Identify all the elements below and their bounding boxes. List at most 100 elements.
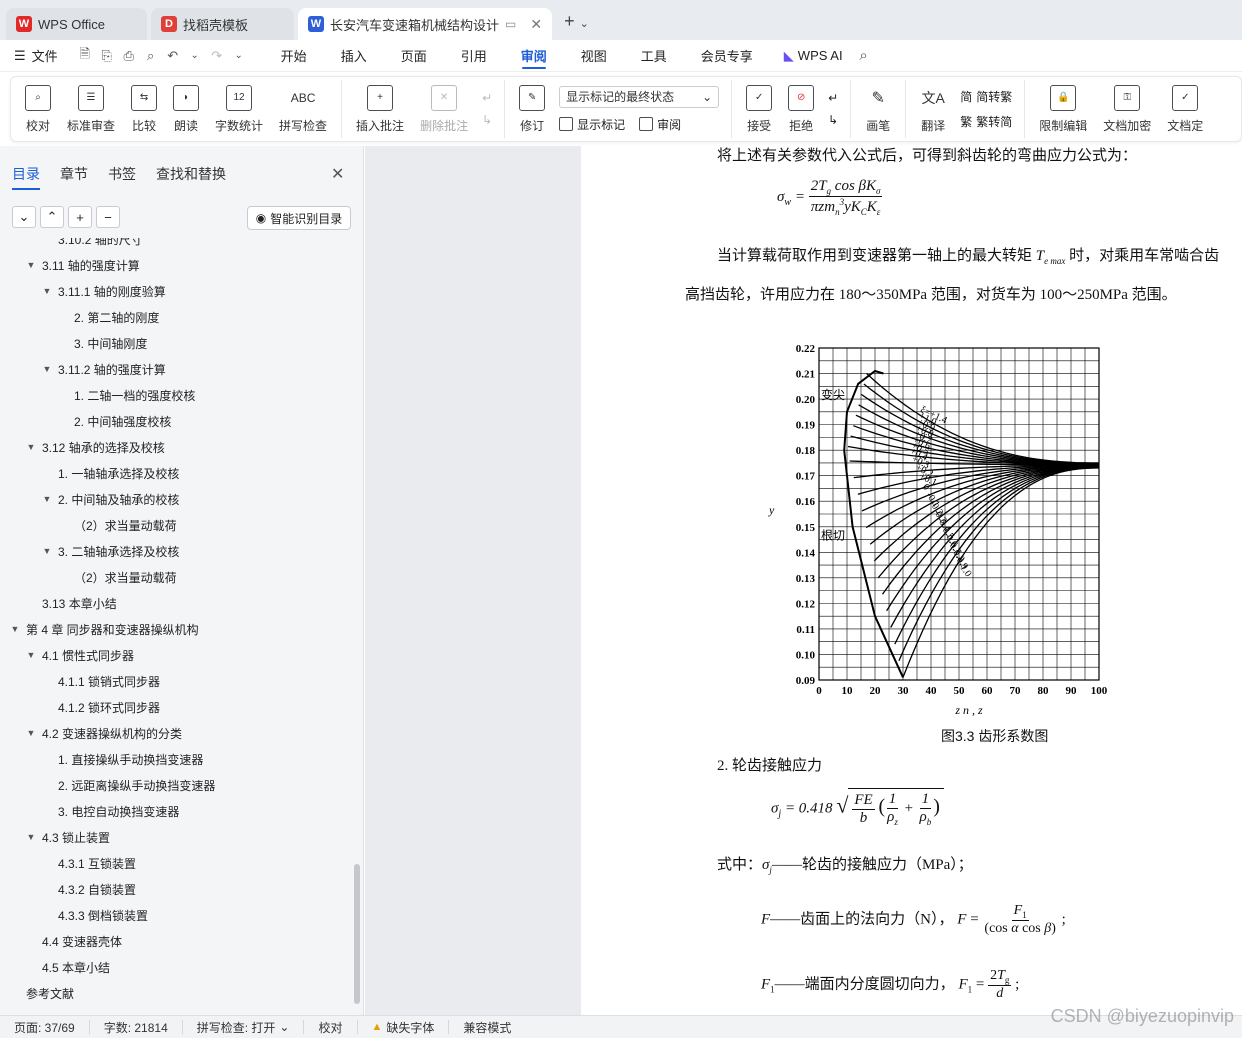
toc-item[interactable]: ▼ 4.2 变速器操纵机构的分类 bbox=[0, 720, 352, 746]
toc-scrollbar[interactable] bbox=[354, 238, 360, 1008]
smart-toc-button[interactable]: ◉ 智能识别目录 bbox=[247, 206, 351, 230]
toc-item[interactable]: 3.13 本章小结 bbox=[0, 590, 352, 616]
insert-comment-button[interactable]: + 插入批注 bbox=[348, 80, 412, 138]
markup-state-select[interactable]: 显示标记的最终状态 ⌄ bbox=[559, 85, 720, 108]
print-icon[interactable]: ⎙ bbox=[118, 48, 140, 64]
chevron-down-icon[interactable]: ▼ bbox=[40, 364, 54, 374]
toc-item[interactable]: ▼ 4.1 惯性式同步器 bbox=[0, 642, 352, 668]
toc-item[interactable]: 4.5 本章小结 bbox=[0, 954, 352, 980]
customize-toolbar-icon[interactable]: ⌄ bbox=[228, 50, 250, 61]
read-aloud-button[interactable]: ◗ 朗读 bbox=[165, 80, 207, 138]
wps-ai-button[interactable]: ◣ WPS AI bbox=[770, 48, 843, 64]
close-icon[interactable]: ✕ bbox=[331, 164, 344, 184]
monitor-icon[interactable]: ▭ bbox=[505, 17, 516, 31]
next-change-icon[interactable]: ↳ bbox=[828, 113, 838, 127]
add-heading-icon[interactable]: + bbox=[68, 206, 92, 228]
print-preview-icon[interactable]: ⌕ bbox=[140, 48, 162, 64]
collapse-icon[interactable]: ⌄ bbox=[12, 206, 36, 228]
chevron-down-icon[interactable]: ▼ bbox=[24, 442, 38, 452]
word-count-button[interactable]: 12 字数统计 bbox=[207, 80, 271, 138]
encrypt-button[interactable]: ⚿ 文档加密 bbox=[1095, 80, 1159, 138]
scroll-thumb[interactable] bbox=[354, 864, 360, 1004]
search-icon[interactable]: ⌕ bbox=[853, 47, 875, 64]
toc-item[interactable]: 4.3.2 自锁装置 bbox=[0, 876, 352, 902]
menu-insert[interactable]: 插入 bbox=[324, 40, 384, 72]
export-icon[interactable]: ⎘ bbox=[96, 48, 118, 64]
save-icon[interactable]: 🗎 bbox=[74, 45, 96, 67]
standard-review-button[interactable]: ☰ 标准审查 bbox=[59, 80, 123, 138]
toc-item[interactable]: 1. 一轴轴承选择及校核 bbox=[0, 460, 352, 486]
proofread-button[interactable]: ⌕ 校对 bbox=[17, 80, 59, 138]
chevron-down-icon[interactable]: ▼ bbox=[8, 624, 22, 634]
tab-find-replace[interactable]: 查找和替换 bbox=[156, 164, 226, 190]
reject-button[interactable]: ⊘ 拒绝 bbox=[780, 80, 822, 138]
undo-icon[interactable]: ↶ bbox=[162, 48, 184, 64]
menu-view[interactable]: 视图 bbox=[564, 40, 624, 72]
spell-check-button[interactable]: ABC 拼写检查 bbox=[271, 80, 335, 138]
page-indicator[interactable]: 页面: 37/69 bbox=[0, 1020, 90, 1035]
pen-button[interactable]: ✎ 画笔 bbox=[857, 80, 899, 138]
prev-comment-icon[interactable]: ↵ bbox=[482, 91, 492, 105]
toc-item[interactable]: ▼ 3.11.1 轴的刚度验算 bbox=[0, 278, 352, 304]
to-simplified-button[interactable]: 繁繁转简 bbox=[960, 113, 1012, 130]
restrict-edit-button[interactable]: 🔒 限制编辑 bbox=[1031, 80, 1095, 138]
toc-item[interactable]: 3.10.2 轴的尺寸 bbox=[0, 238, 352, 252]
file-menu[interactable]: ☰ 文件 bbox=[14, 46, 58, 65]
toc-item[interactable]: 1. 直接操纵手动换挡变速器 bbox=[0, 746, 352, 772]
accept-button[interactable]: ✓ 接受 bbox=[738, 80, 780, 138]
chevron-down-icon[interactable]: ▼ bbox=[40, 286, 54, 296]
menu-tools[interactable]: 工具 bbox=[624, 40, 684, 72]
toc-item[interactable]: ▼ 4.3 锁止装置 bbox=[0, 824, 352, 850]
expand-icon[interactable]: ⌃ bbox=[40, 206, 64, 228]
redo-icon[interactable]: ↷ bbox=[206, 48, 228, 64]
menu-page[interactable]: 页面 bbox=[384, 40, 444, 72]
toc-item[interactable]: 4.4 变速器壳体 bbox=[0, 928, 352, 954]
tab-wps-office[interactable]: W WPS Office bbox=[6, 8, 147, 40]
close-icon[interactable]: ✕ bbox=[530, 16, 542, 33]
toc-item[interactable]: 2. 中间轴强度校核 bbox=[0, 408, 352, 434]
compare-button[interactable]: ⇆ 比较 bbox=[123, 80, 165, 138]
toc-item[interactable]: ▼ 3.12 轴承的选择及校核 bbox=[0, 434, 352, 460]
toc-item[interactable]: （2）求当量动载荷 bbox=[0, 564, 352, 590]
chevron-down-icon[interactable]: ⌄ bbox=[184, 50, 206, 61]
toc-item[interactable]: ▼ 2. 中间轴及轴承的校核 bbox=[0, 486, 352, 512]
menu-start[interactable]: 开始 bbox=[264, 40, 324, 72]
next-comment-icon[interactable]: ↳ bbox=[482, 113, 492, 127]
toc-item[interactable]: 4.3.3 倒档锁装置 bbox=[0, 902, 352, 928]
finalize-button[interactable]: ✓ 文档定 bbox=[1159, 80, 1211, 138]
chevron-down-icon[interactable]: ▼ bbox=[24, 728, 38, 738]
chevron-down-icon[interactable]: ▼ bbox=[40, 494, 54, 504]
toc-item[interactable]: 4.3.1 互锁装置 bbox=[0, 850, 352, 876]
tab-document[interactable]: W 长安汽车变速箱机械结构设计 ▭ ✕ bbox=[297, 8, 553, 40]
chevron-down-icon[interactable]: ▼ bbox=[40, 546, 54, 556]
tab-toc[interactable]: 目录 bbox=[12, 164, 40, 190]
toc-item[interactable]: 4.1.2 锁环式同步器 bbox=[0, 694, 352, 720]
proof-status[interactable]: 校对 bbox=[304, 1020, 358, 1035]
to-traditional-button[interactable]: 简简转繁 bbox=[960, 88, 1012, 105]
prev-change-icon[interactable]: ↵ bbox=[828, 91, 838, 105]
show-markup-button[interactable]: 显示标记 bbox=[559, 116, 625, 133]
track-changes-button[interactable]: ✎ 修订 bbox=[511, 80, 553, 138]
toc-item[interactable]: （2）求当量动载荷 bbox=[0, 512, 352, 538]
menu-member[interactable]: 会员专享 bbox=[684, 40, 770, 72]
missing-font[interactable]: ▲ 缺失字体 bbox=[358, 1020, 450, 1035]
toc-item[interactable]: ▼ 3.11.2 轴的强度计算 bbox=[0, 356, 352, 382]
tab-template[interactable]: D 找稻壳模板 bbox=[150, 8, 294, 40]
toc-item[interactable]: 1. 二轴一档的强度校核 bbox=[0, 382, 352, 408]
chevron-down-icon[interactable]: ▼ bbox=[24, 650, 38, 660]
toc-item[interactable]: 2. 第二轴的刚度 bbox=[0, 304, 352, 330]
remove-heading-icon[interactable]: − bbox=[96, 206, 120, 228]
menu-review[interactable]: 审阅 bbox=[504, 40, 564, 72]
tab-chapters[interactable]: 章节 bbox=[60, 164, 88, 190]
toc-item[interactable]: 4.1.1 锁销式同步器 bbox=[0, 668, 352, 694]
chevron-down-icon[interactable]: ▼ bbox=[24, 260, 38, 270]
new-tab-icon[interactable]: + ⌄ bbox=[564, 11, 589, 32]
tab-bookmarks[interactable]: 书签 bbox=[108, 164, 136, 190]
document-page[interactable]: 将上述有关参数代入公式后，可得到斜齿轮的弯曲应力公式为： σw = 2Tg co… bbox=[581, 146, 1242, 1015]
review-pane-button[interactable]: 审阅 bbox=[639, 116, 681, 133]
toc-item[interactable]: ▼ 第 4 章 同步器和变速器操纵机构 bbox=[0, 616, 352, 642]
toc-item[interactable]: ▼ 3. 二轴轴承选择及校核 bbox=[0, 538, 352, 564]
delete-comment-button[interactable]: ✕ 删除批注 bbox=[412, 80, 476, 138]
toc-item[interactable]: 3. 中间轴刚度 bbox=[0, 330, 352, 356]
toc-item[interactable]: ▼ 3.11 轴的强度计算 bbox=[0, 252, 352, 278]
